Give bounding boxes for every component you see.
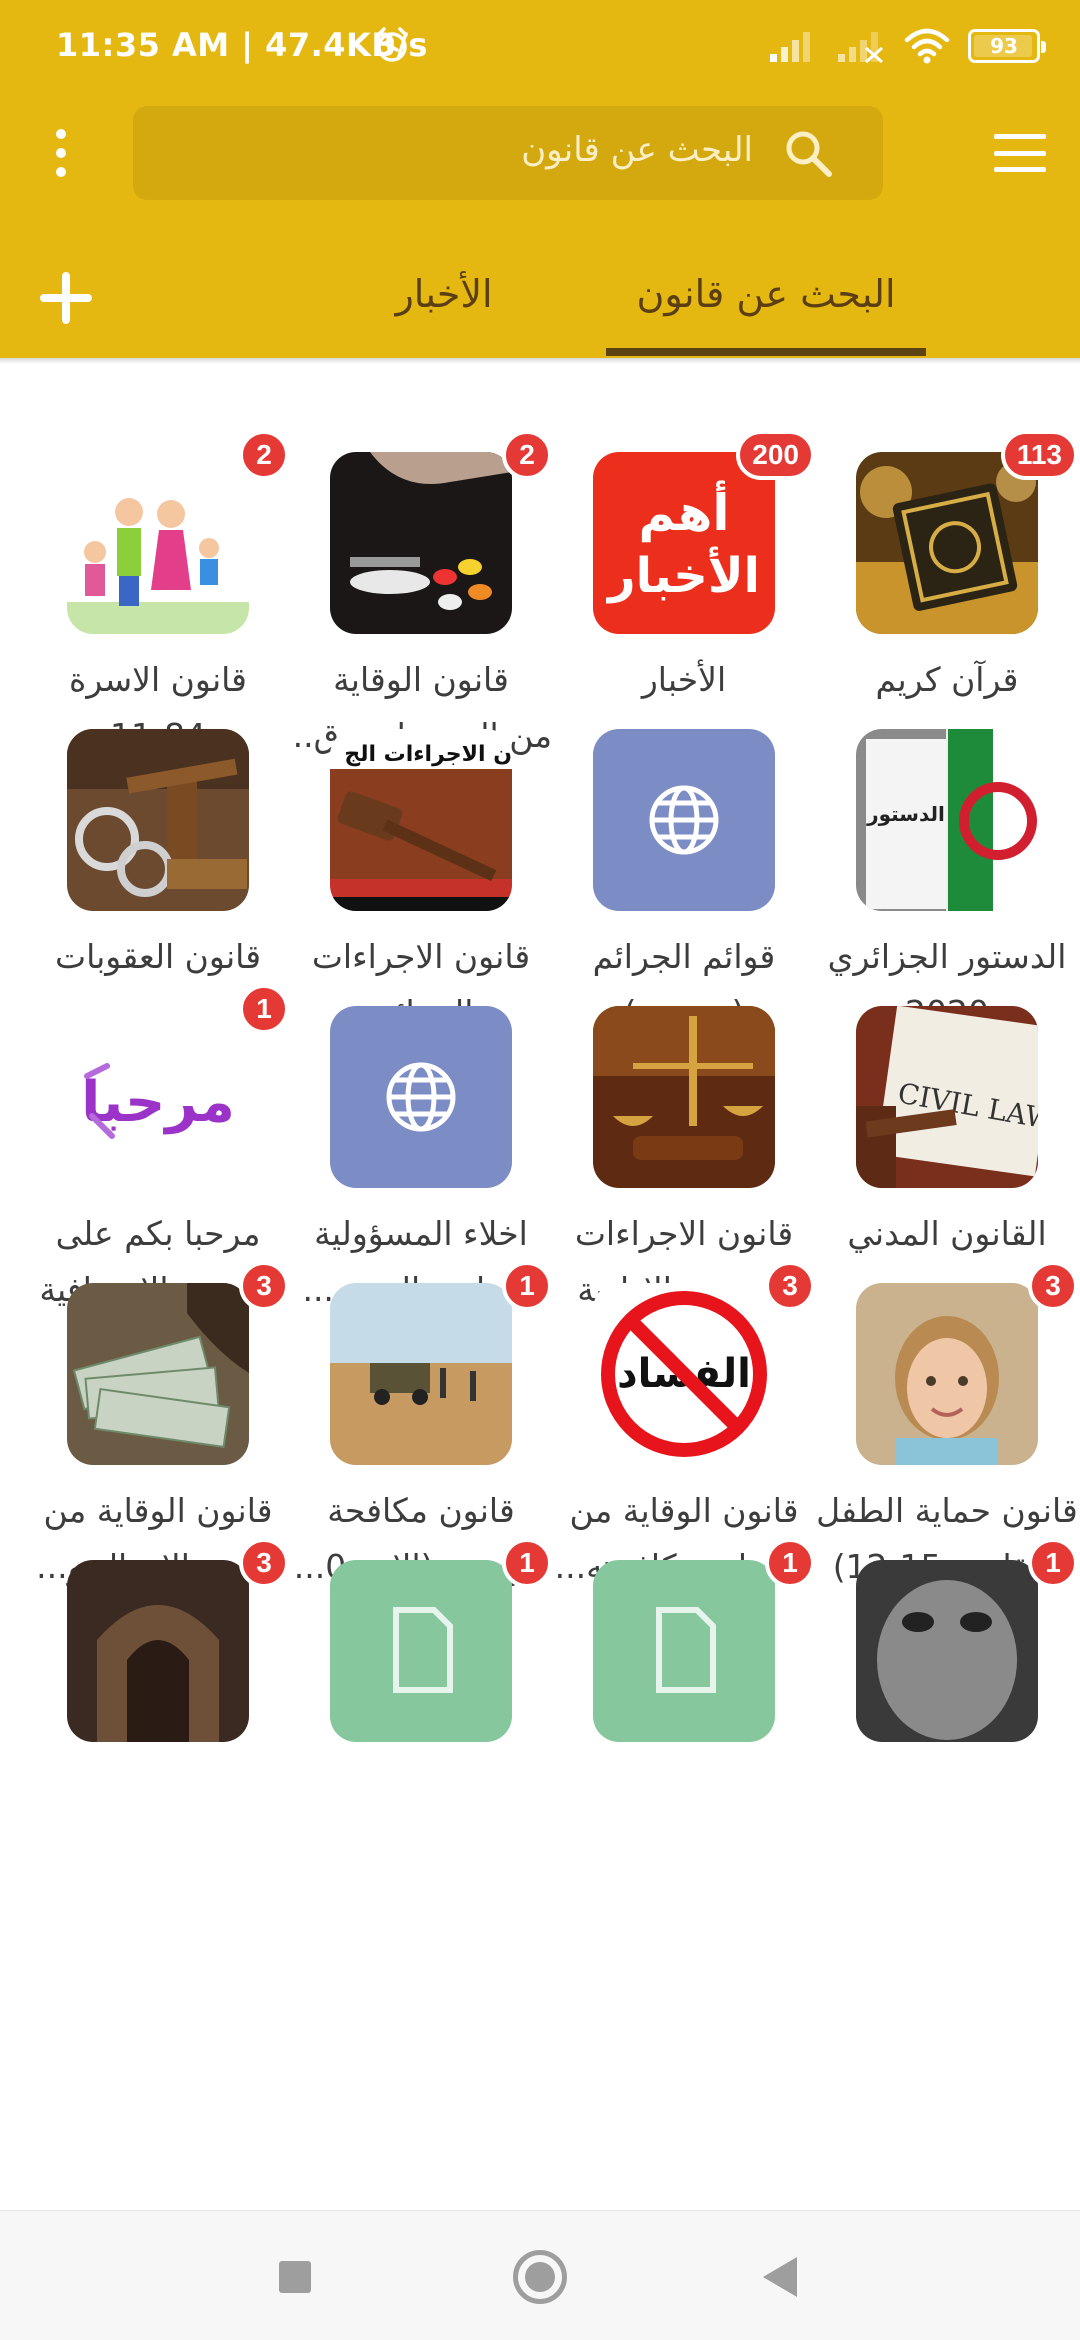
home-button[interactable] xyxy=(513,2250,567,2304)
grid-item[interactable]: 1 xyxy=(553,1538,815,1940)
no-corruption-icon: الفساد xyxy=(593,1283,775,1465)
status-indicators: 93 xyxy=(768,26,1046,66)
grid-item-label-line1: الأخبار xyxy=(641,660,727,699)
tab-news[interactable]: الأخبار xyxy=(344,230,544,358)
alarm-icon xyxy=(376,27,408,62)
tab-bar: الأخبار البحث عن قانون xyxy=(0,230,1080,358)
gavel-book-icon: ن الاجراءات الج xyxy=(330,729,512,911)
notification-count-badge: 2 xyxy=(502,430,552,480)
file-icon xyxy=(593,1560,775,1742)
grid-item-label-line1: قانون حماية الطفل xyxy=(816,1491,1078,1530)
status-bar: 11:35 AM | 47.4KB/s 93 xyxy=(0,0,1080,96)
grid-item-label-line1: قانون مكافحة xyxy=(327,1491,515,1530)
globe-icon xyxy=(330,1006,512,1188)
grid-item-label: قانون العقوبات xyxy=(27,929,289,985)
tab-search-law[interactable]: البحث عن قانون xyxy=(606,230,926,358)
grid-item-label-line1: الدستور الجزائري xyxy=(827,937,1067,976)
desert-vehicle-icon xyxy=(330,1283,512,1465)
grid-item-label: قرآن كريم xyxy=(816,652,1078,708)
grid-item-label-line1: قانون الاجراءات xyxy=(311,937,531,976)
notification-count-badge: 1 xyxy=(765,1538,815,1588)
battery-icon: 93 xyxy=(968,29,1046,63)
toolbar: البحث عن قانون xyxy=(0,96,1080,210)
grid-item-label-line1: مرحبا بكم على xyxy=(55,1214,261,1253)
drugs-icon xyxy=(330,452,512,634)
scales-gavel-icon xyxy=(593,1006,775,1188)
app-bar: 11:35 AM | 47.4KB/s 93 البحث عن قانون ال… xyxy=(0,0,1080,358)
child-icon xyxy=(856,1283,1038,1465)
welcome-icon: مرحبا xyxy=(67,1006,249,1188)
notification-count-badge: 113 xyxy=(1000,430,1078,480)
battery-level: 93 xyxy=(990,34,1018,58)
notification-count-badge: 1 xyxy=(1028,1538,1078,1588)
file-icon xyxy=(330,1560,512,1742)
back-button[interactable] xyxy=(763,2257,797,2297)
law-grid: 113 قرآن كريم أهم الأخبار 200 الأخبار 2 قانو… xyxy=(0,364,1080,2210)
globe-icon xyxy=(593,729,775,911)
grid-item-label-line1: قانون العقوبات xyxy=(55,937,261,976)
notification-count-badge: 3 xyxy=(239,1538,289,1588)
add-icon[interactable] xyxy=(38,270,94,326)
grid-item-label-line1: قانون الوقاية من xyxy=(43,1491,273,1530)
grid-item-label-line1: القانون المدني xyxy=(847,1214,1047,1253)
money-icon xyxy=(67,1283,249,1465)
grid-item[interactable]: 3 xyxy=(27,1538,289,1940)
search-placeholder: البحث عن قانون xyxy=(521,130,753,170)
grid-item[interactable]: 1 xyxy=(816,1538,1078,1940)
tab-indicator xyxy=(606,348,926,356)
notification-count-badge: 1 xyxy=(239,984,289,1034)
cellular-signal-icon xyxy=(770,32,810,62)
svg-text:الدستور: الدستور xyxy=(866,802,945,826)
grid-item-label-line1: قوائم الجرائم xyxy=(592,937,776,976)
more-options-button[interactable] xyxy=(36,118,86,188)
notification-count-badge: 1 xyxy=(502,1261,552,1311)
svg-text:ن الاجراءات الج: ن الاجراءات الج xyxy=(344,742,512,767)
wifi-icon xyxy=(904,28,950,64)
quran-icon xyxy=(856,452,1038,634)
notification-count-badge: 3 xyxy=(765,1261,815,1311)
recents-button[interactable] xyxy=(279,2261,311,2293)
grid-item-label: الأخبار xyxy=(553,652,815,708)
handcuffs-gavel-icon xyxy=(67,729,249,911)
grid-item-label-line1: اخلاء المسؤولية xyxy=(314,1214,528,1253)
civil-law-icon: CIVIL LAW xyxy=(856,1006,1038,1188)
svg-text:الأخبار: الأخبار xyxy=(606,546,760,604)
news-logo-icon: أهم الأخبار xyxy=(593,452,775,634)
constitution-icon: الدستور xyxy=(856,729,1038,911)
grid-item-label: القانون المدني xyxy=(816,1206,1078,1262)
mosque-icon xyxy=(67,1560,249,1742)
notification-count-badge: 2 xyxy=(239,430,289,480)
face-icon xyxy=(856,1560,1038,1742)
system-navigation-bar xyxy=(0,2210,1080,2340)
grid-item-label-line1: قانون الاسرة xyxy=(69,660,247,699)
grid-item-label-line1: قانون الاجراءات xyxy=(574,1214,794,1253)
notification-count-badge: 200 xyxy=(736,430,815,480)
grid-item-label-line1: قانون الوقاية xyxy=(333,660,509,699)
notification-count-badge: 1 xyxy=(502,1538,552,1588)
grid-item[interactable]: 1 xyxy=(290,1538,552,1940)
grid-item-label-line1: قانون الوقاية من xyxy=(569,1491,799,1530)
svg-text:أهم: أهم xyxy=(638,480,729,542)
search-input[interactable]: البحث عن قانون xyxy=(133,106,883,200)
family-icon xyxy=(67,452,249,634)
notification-count-badge: 3 xyxy=(1028,1261,1078,1311)
hamburger-menu-button[interactable] xyxy=(992,128,1048,178)
cellular-signal-no-service-icon xyxy=(838,32,883,64)
notification-count-badge: 3 xyxy=(239,1261,289,1311)
search-icon xyxy=(786,131,832,177)
grid-item-label-line1: قرآن كريم xyxy=(875,660,1019,699)
